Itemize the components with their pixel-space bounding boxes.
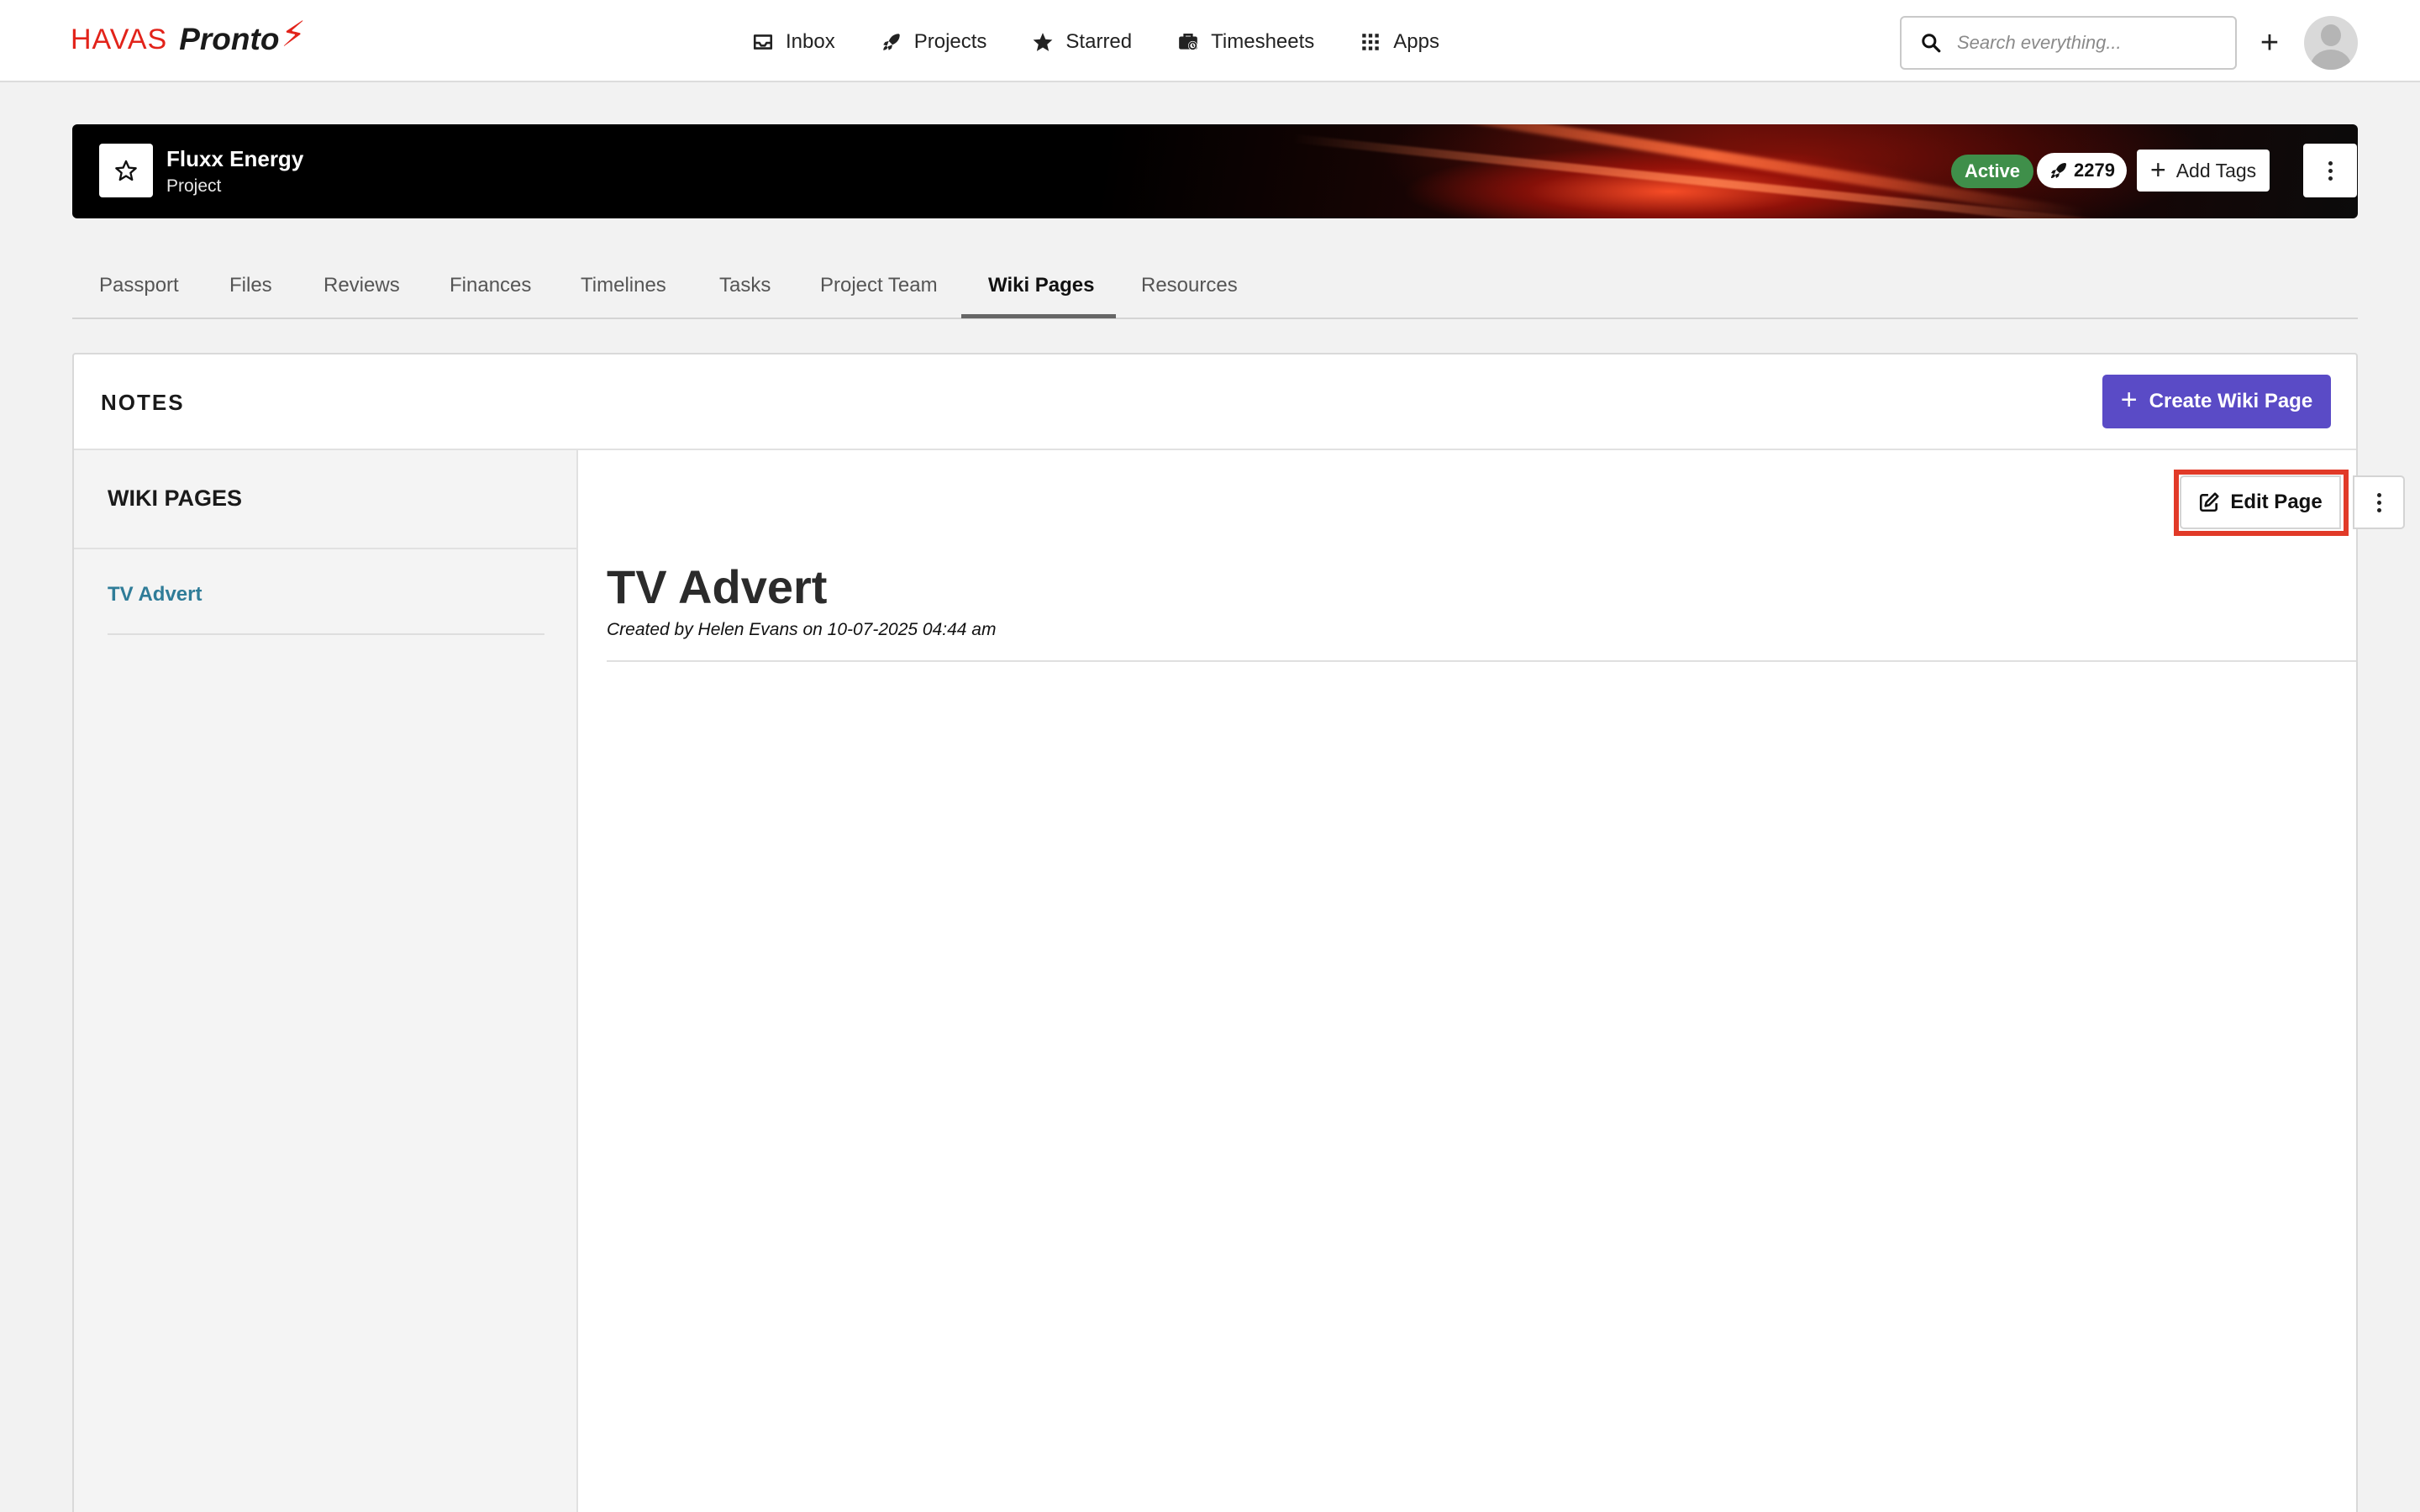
- kebab-menu-icon: [2376, 492, 2381, 512]
- wiki-pages-sidebar: WIKI PAGES TV Advert: [74, 450, 578, 1512]
- star-outline-icon: [115, 160, 137, 181]
- project-number: 2279: [2074, 160, 2115, 181]
- rocket-icon: [2051, 163, 2066, 178]
- add-tags-button[interactable]: + Add Tags: [2137, 150, 2270, 192]
- nav-apps[interactable]: Apps: [1360, 30, 1439, 54]
- plus-icon: +: [2120, 384, 2138, 416]
- nav-timesheets[interactable]: Timesheets: [1177, 30, 1314, 54]
- project-title: Fluxx Energy: [166, 146, 304, 171]
- active-tab-indicator: [961, 314, 1116, 318]
- nav-inbox[interactable]: Inbox: [752, 30, 835, 54]
- main-nav: Inbox Projects Starred Timesheets Apps: [752, 22, 1439, 62]
- nav-inbox-label: Inbox: [786, 30, 835, 53]
- create-wiki-page-label: Create Wiki Page: [2149, 390, 2313, 412]
- notes-panel: NOTES + Create Wiki Page WIKI PAGES TV A…: [72, 353, 2405, 1512]
- timesheet-icon: [1179, 34, 1197, 50]
- nav-starred-label: Starred: [1065, 30, 1133, 53]
- tab-files[interactable]: Files: [229, 274, 272, 318]
- tab-finances[interactable]: Finances: [450, 274, 531, 318]
- nav-starred[interactable]: Starred: [1032, 30, 1132, 54]
- project-tabs: Passport Files Reviews Finances Timeline…: [72, 265, 2358, 319]
- logo-havas-text: HAVAS: [71, 23, 168, 55]
- nav-projects[interactable]: Projects: [881, 30, 987, 54]
- tab-passport[interactable]: Passport: [99, 274, 179, 318]
- page-created-info: Created by Helen Evans on 10-07-2025 04:…: [607, 620, 997, 639]
- user-avatar[interactable]: [2304, 16, 2358, 70]
- grid-icon: [1362, 34, 1380, 50]
- edit-icon: [2200, 492, 2219, 512]
- notes-title: NOTES: [101, 390, 185, 415]
- global-search[interactable]: [1900, 16, 2237, 70]
- favorite-star-button[interactable]: [99, 144, 153, 197]
- nav-timesheets-label: Timesheets: [1211, 30, 1315, 53]
- logo-bolt-icon: ⚡: [281, 13, 306, 54]
- star-icon: [1034, 33, 1053, 51]
- tab-timelines[interactable]: Timelines: [581, 274, 666, 318]
- nav-apps-label: Apps: [1393, 30, 1439, 53]
- wiki-pages-title: WIKI PAGES: [108, 486, 243, 511]
- rocket-icon: [882, 34, 900, 50]
- project-number-badge: 2279: [2037, 153, 2127, 188]
- kebab-menu-icon: [2328, 160, 2333, 181]
- divider: [607, 660, 2356, 662]
- avatar-head-shape: [2321, 24, 2341, 46]
- havas-pronto-logo[interactable]: HAVAS Pronto ⚡: [71, 14, 306, 60]
- tab-project-team[interactable]: Project Team: [820, 274, 938, 318]
- nav-projects-label: Projects: [913, 30, 987, 53]
- search-input[interactable]: [1957, 32, 2226, 54]
- page-more-options-button[interactable]: [2353, 475, 2405, 529]
- avatar-body-shape: [2311, 50, 2351, 70]
- project-banner: Fluxx Energy Project Active 2279 + Add T…: [72, 124, 2358, 218]
- wiki-sidebar-header: WIKI PAGES: [74, 450, 576, 549]
- tab-wiki-pages[interactable]: Wiki Pages: [988, 274, 1095, 318]
- edit-page-button[interactable]: Edit Page: [2180, 475, 2341, 529]
- edit-page-label: Edit Page: [2230, 491, 2323, 513]
- status-badge: Active: [1951, 155, 2034, 188]
- top-navigation-bar: HAVAS Pronto ⚡ Inbox Projects Starred Ti…: [0, 0, 2420, 82]
- inbox-icon: [753, 34, 773, 50]
- create-new-button[interactable]: +: [2257, 24, 2282, 62]
- notes-header: NOTES + Create Wiki Page: [74, 354, 2356, 450]
- add-tags-label: Add Tags: [2175, 159, 2257, 181]
- wiki-page-link-tv-advert[interactable]: TV Advert: [108, 583, 202, 606]
- project-more-options-button[interactable]: [2303, 144, 2357, 197]
- logo-pronto-text: Pronto: [179, 22, 280, 56]
- search-icon: [1922, 34, 1941, 53]
- project-subtitle: Project: [166, 176, 222, 196]
- create-wiki-page-button[interactable]: + Create Wiki Page: [2102, 375, 2331, 428]
- tab-tasks[interactable]: Tasks: [719, 274, 771, 318]
- tab-resources[interactable]: Resources: [1141, 274, 1238, 318]
- wiki-page-content: Edit Page TV Advert Created by Helen Eva…: [580, 450, 2405, 1512]
- tab-reviews[interactable]: Reviews: [324, 274, 400, 318]
- plus-icon: +: [2150, 154, 2166, 185]
- page-title: TV Advert: [607, 560, 828, 613]
- divider: [108, 633, 544, 635]
